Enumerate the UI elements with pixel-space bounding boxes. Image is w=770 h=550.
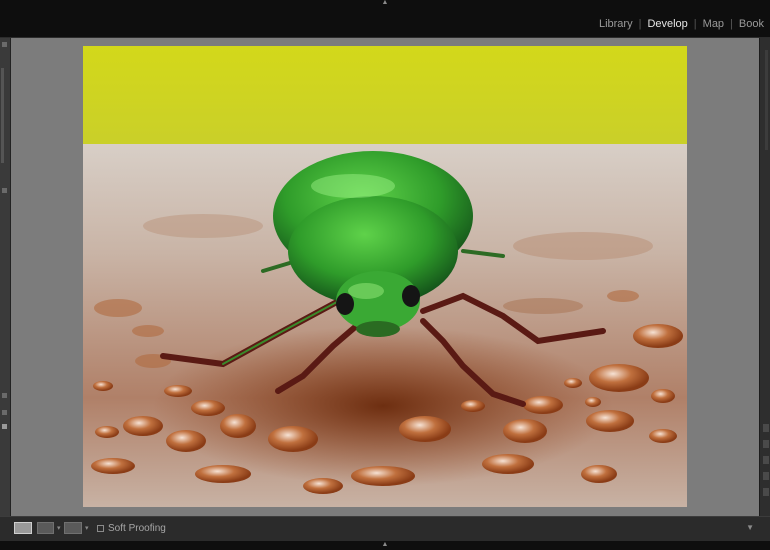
- right-panel-section-icon[interactable]: [763, 472, 769, 480]
- right-panel-collapsed[interactable]: [759, 38, 770, 516]
- module-develop[interactable]: Develop: [641, 18, 693, 30]
- filmstrip-collapsed: ▲: [0, 541, 770, 550]
- left-panel-section-icon[interactable]: [2, 410, 7, 415]
- toolbar-menu-icon[interactable]: ▼: [746, 523, 754, 532]
- soft-proofing-checkbox[interactable]: [97, 525, 104, 532]
- module-library[interactable]: Library: [593, 18, 639, 30]
- left-panel-toggle-icon[interactable]: [2, 42, 7, 47]
- before-after-top-bottom-button[interactable]: [64, 522, 82, 534]
- right-panel-scrollbar[interactable]: [765, 50, 768, 150]
- right-panel-section-icon[interactable]: [763, 440, 769, 448]
- left-panel-collapsed[interactable]: [0, 38, 11, 516]
- module-map[interactable]: Map: [697, 18, 730, 30]
- toolbar: ▾ ▾ Soft Proofing ▼: [0, 516, 770, 541]
- right-panel-section-icon[interactable]: [763, 424, 769, 432]
- beetle-photo: [83, 46, 687, 507]
- module-header: ▲ Library | Develop | Map | Book: [0, 0, 770, 38]
- before-after-left-right-button[interactable]: [37, 522, 54, 534]
- bottom-panel-toggle-icon[interactable]: ▲: [381, 541, 389, 548]
- photo-preview[interactable]: [83, 46, 687, 507]
- module-book[interactable]: Book: [733, 18, 770, 30]
- before-after-menu-icon[interactable]: ▾: [57, 524, 61, 532]
- left-panel-section-icon[interactable]: [2, 393, 7, 398]
- left-panel-scrollbar[interactable]: [1, 68, 4, 163]
- soft-proofing-label[interactable]: Soft Proofing: [108, 523, 166, 534]
- top-panel-toggle-icon[interactable]: ▲: [381, 0, 389, 6]
- left-panel-section-icon[interactable]: [2, 188, 7, 193]
- loupe-view-button[interactable]: [14, 522, 32, 534]
- image-canvas[interactable]: [11, 38, 759, 516]
- module-picker: Library | Develop | Map | Book: [593, 17, 770, 31]
- left-panel-section-icon[interactable]: [2, 424, 7, 429]
- right-panel-section-icon[interactable]: [763, 456, 769, 464]
- view-options-menu-icon[interactable]: ▾: [85, 524, 89, 532]
- right-panel-section-icon[interactable]: [763, 488, 769, 496]
